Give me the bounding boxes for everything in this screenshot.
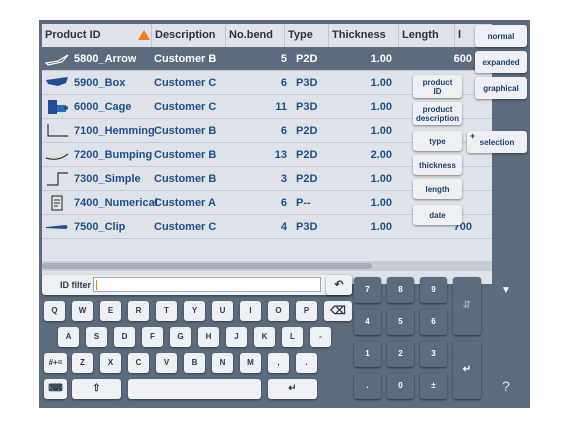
bumping-part-icon — [45, 153, 69, 160]
key-symbols[interactable]: #+= — [44, 353, 67, 373]
undo-icon[interactable]: ↶ — [326, 275, 352, 295]
sort-ascending-icon[interactable] — [138, 30, 150, 40]
app-window: Product ID Description No.bend Type Thic… — [39, 20, 530, 408]
column-toggle-date[interactable]: date — [413, 205, 462, 225]
clip-part-icon — [46, 225, 68, 229]
simple-part-icon — [47, 172, 68, 186]
num-key-6[interactable]: 6 — [420, 309, 447, 335]
dropdown-arrow-icon[interactable]: ▼ — [493, 281, 519, 301]
column-header-thickness[interactable]: Thickness — [329, 24, 399, 47]
num-key-0[interactable]: 0 — [387, 373, 414, 399]
key-k[interactable]: K — [254, 327, 275, 347]
numpad-enter-icon[interactable]: ↵ — [453, 341, 481, 399]
numerical-part-icon — [51, 195, 63, 211]
key-c[interactable]: C — [128, 353, 149, 373]
key-a[interactable]: A — [58, 327, 79, 347]
backspace-icon[interactable]: ⌫ — [324, 301, 352, 321]
num-key-1[interactable]: 1 — [354, 341, 381, 367]
key-w[interactable]: W — [72, 301, 93, 321]
key-b[interactable]: B — [184, 353, 205, 373]
column-toggle-type[interactable]: type — [413, 131, 462, 151]
onscreen-keyboard: Q W E R T Y U I O P ⌫ A S D F G H J K L … — [42, 301, 354, 405]
key-dash[interactable]: - — [310, 327, 331, 347]
column-header-type[interactable]: Type — [285, 24, 329, 47]
cage-part-icon — [48, 100, 68, 114]
column-toggle-thickness[interactable]: thickness — [413, 155, 462, 175]
num-key-3[interactable]: 3 — [420, 341, 447, 367]
keyboard-icon[interactable]: ⌨ — [44, 379, 67, 399]
key-e[interactable]: E — [100, 301, 121, 321]
product-table: Product ID Description No.bend Type Thic… — [42, 24, 492, 284]
column-toggle-product-description[interactable]: product description — [413, 102, 462, 125]
selection-button[interactable]: + selection — [467, 131, 527, 153]
box-part-icon — [46, 77, 68, 86]
key-f[interactable]: F — [142, 327, 163, 347]
num-key-9[interactable]: 9 — [420, 277, 447, 303]
key-v[interactable]: V — [156, 353, 177, 373]
column-header-description[interactable]: Description — [152, 24, 226, 47]
key-p[interactable]: P — [296, 301, 317, 321]
hemming-part-icon — [47, 124, 68, 137]
key-z[interactable]: Z — [72, 353, 93, 373]
num-key-8[interactable]: 8 — [387, 277, 414, 303]
id-filter-bar: ID filter ↶ — [42, 275, 354, 296]
key-m[interactable]: M — [240, 353, 261, 373]
key-j[interactable]: J — [226, 327, 247, 347]
key-t[interactable]: T — [156, 301, 177, 321]
column-header-product-id[interactable]: Product ID — [42, 24, 152, 47]
key-g[interactable]: G — [170, 327, 191, 347]
space-key[interactable] — [128, 379, 261, 399]
key-l[interactable]: L — [282, 327, 303, 347]
horizontal-scrollbar[interactable] — [42, 261, 492, 271]
text-cursor — [96, 280, 97, 290]
key-s[interactable]: S — [86, 327, 107, 347]
column-toggle-length[interactable]: length — [413, 179, 462, 199]
column-toggle-product-id[interactable]: product ID — [413, 75, 462, 98]
table-header: Product ID Description No.bend Type Thic… — [42, 24, 492, 47]
help-icon[interactable]: ? — [493, 373, 519, 399]
key-h[interactable]: H — [198, 327, 219, 347]
num-key-5[interactable]: 5 — [387, 309, 414, 335]
key-i[interactable]: I — [240, 301, 261, 321]
table-row[interactable]: 5800_Arrow Customer B 5 P2D 1.00 600 — [42, 47, 492, 71]
scrollbar-thumb[interactable] — [42, 263, 372, 269]
shift-icon[interactable]: ⇧ — [72, 379, 121, 399]
key-x[interactable]: X — [100, 353, 121, 373]
key-u[interactable]: U — [212, 301, 233, 321]
key-q[interactable]: Q — [44, 301, 65, 321]
num-key-decimal[interactable]: . — [354, 373, 381, 399]
key-r[interactable]: R — [128, 301, 149, 321]
num-key-2[interactable]: 2 — [387, 341, 414, 367]
column-header-no-bend[interactable]: No.bend — [226, 24, 285, 47]
arrow-part-icon — [44, 54, 69, 66]
numeric-keypad: 7 8 9 4 5 6 1 2 3 . 0 ± ⇵ ↵ ▼ ? — [354, 273, 530, 408]
view-expanded-button[interactable]: expanded — [475, 51, 527, 73]
key-y[interactable]: Y — [184, 301, 205, 321]
key-comma[interactable]: , — [268, 353, 289, 373]
key-o[interactable]: O — [268, 301, 289, 321]
view-graphical-button[interactable]: graphical — [475, 77, 527, 99]
id-filter-input[interactable] — [93, 277, 321, 292]
key-period[interactable]: . — [296, 353, 317, 373]
column-header-length[interactable]: Length — [399, 24, 455, 47]
tab-icon[interactable]: ⇵ — [453, 277, 481, 335]
enter-icon[interactable]: ↵ — [268, 379, 317, 399]
view-normal-button[interactable]: normal — [475, 25, 527, 47]
num-key-plus-minus[interactable]: ± — [420, 373, 447, 399]
key-n[interactable]: N — [212, 353, 233, 373]
num-key-7[interactable]: 7 — [354, 277, 381, 303]
num-key-4[interactable]: 4 — [354, 309, 381, 335]
key-d[interactable]: D — [114, 327, 135, 347]
